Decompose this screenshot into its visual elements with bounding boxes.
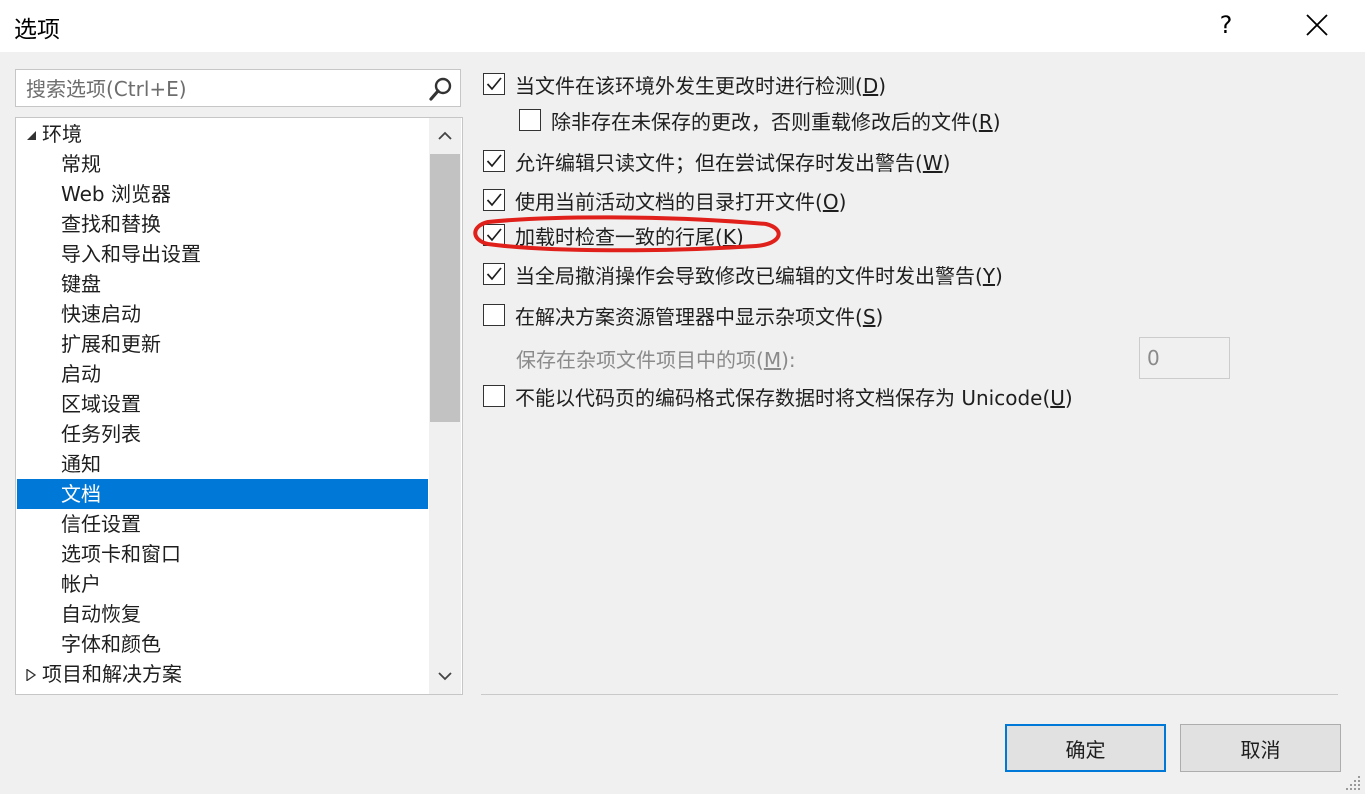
ok-button[interactable]: 确定	[1005, 724, 1166, 772]
tree-item-general[interactable]: 常规	[17, 149, 428, 179]
checkbox-show-misc-files[interactable]	[483, 304, 505, 326]
tree-item-regional-settings[interactable]: 区域设置	[17, 389, 428, 419]
tree-item-label: 查找和替换	[61, 212, 161, 236]
search-box	[15, 69, 461, 107]
options-tree: 环境 常规 Web 浏览器 查找和替换 导入和导出设置 键盘 快速启动 扩展和更…	[15, 117, 463, 695]
search-icon[interactable]	[428, 76, 454, 102]
tree-item-find-replace[interactable]: 查找和替换	[17, 209, 428, 239]
option-warn-global-undo[interactable]: 当全局撤消操作会导致修改已编辑的文件时发出警告(Y)	[483, 259, 1003, 289]
tree-item-label: 自动恢复	[61, 602, 141, 626]
tree-item-label: 选项卡和窗口	[61, 542, 181, 566]
close-icon	[1306, 14, 1328, 36]
option-label: 当文件在该环境外发生更改时进行检测(D)	[515, 73, 887, 98]
scroll-down-button[interactable]	[429, 660, 461, 692]
tree-item-label: 项目和解决方案	[42, 662, 182, 686]
tree-item-environment[interactable]: 环境	[17, 119, 428, 149]
checkmark-icon	[486, 193, 502, 207]
cancel-button[interactable]: 取消	[1180, 724, 1341, 772]
checkbox-check-line-endings[interactable]	[483, 224, 505, 246]
option-detect-external-changes[interactable]: 当文件在该环境外发生更改时进行检测(D)	[483, 69, 886, 99]
expand-triangle-icon[interactable]	[25, 669, 37, 681]
tree-item-label: 通知	[61, 452, 101, 476]
title-bar: 选项 ?	[0, 0, 1365, 52]
footer-divider	[481, 694, 1338, 695]
chevron-down-icon	[438, 672, 452, 681]
dialog-title: 选项	[14, 17, 60, 43]
tree-item-label: 任务列表	[61, 422, 141, 446]
tree-item-label: 帐户	[61, 572, 101, 596]
tree-item-tabs-windows[interactable]: 选项卡和窗口	[17, 539, 428, 569]
tree-item-label: 环境	[42, 122, 82, 146]
checkbox-save-as-unicode[interactable]	[483, 385, 505, 407]
misc-items-input[interactable]	[1145, 343, 1227, 373]
option-show-misc-files[interactable]: 在解决方案资源管理器中显示杂项文件(S)	[483, 300, 883, 330]
checkmark-icon	[486, 228, 502, 242]
tree-item-documents[interactable]: 文档	[17, 479, 428, 509]
close-button[interactable]	[1294, 4, 1340, 46]
checkbox-reload-unless-unsaved[interactable]	[519, 109, 541, 131]
tree-item-autorecover[interactable]: 自动恢复	[17, 599, 428, 629]
tree-item-task-list[interactable]: 任务列表	[17, 419, 428, 449]
option-label: 除非存在未保存的更改，否则重载修改后的文件(R)	[551, 109, 1001, 134]
option-check-line-endings[interactable]: 加载时检查一致的行尾(K)	[483, 220, 744, 250]
checkbox-warn-global-undo[interactable]	[483, 263, 505, 285]
tree-item-keyboard[interactable]: 键盘	[17, 269, 428, 299]
checkbox-detect-external-changes[interactable]	[483, 73, 505, 95]
checkmark-icon	[486, 267, 502, 281]
help-button[interactable]: ?	[1204, 4, 1248, 46]
option-label: 加载时检查一致的行尾(K)	[515, 224, 744, 249]
tree-item-import-export[interactable]: 导入和导出设置	[17, 239, 428, 269]
tree-item-label: 文档	[61, 482, 101, 506]
tree-item-label: 导入和导出设置	[61, 242, 201, 266]
option-label: 不能以代码页的编码格式保存数据时将文档保存为 Unicode(U)	[515, 385, 1073, 410]
tree-item-extensions-updates[interactable]: 扩展和更新	[17, 329, 428, 359]
collapse-triangle-icon[interactable]	[25, 129, 37, 141]
option-label: 使用当前活动文档的目录打开文件(O)	[515, 189, 847, 214]
checkmark-icon	[486, 154, 502, 168]
option-open-in-active-directory[interactable]: 使用当前活动文档的目录打开文件(O)	[483, 185, 846, 215]
tree-item-label: 字体和颜色	[61, 632, 161, 656]
option-label: 在解决方案资源管理器中显示杂项文件(S)	[515, 304, 884, 329]
option-label: 允许编辑只读文件；但在尝试保存时发出警告(W)	[515, 150, 951, 175]
tree-item-label: 键盘	[61, 272, 101, 296]
misc-items-label: 保存在杂项文件项目中的项(M):	[516, 348, 796, 372]
chevron-up-icon	[438, 131, 452, 140]
tree-item-notifications[interactable]: 通知	[17, 449, 428, 479]
tree-item-label: Web 浏览器	[61, 182, 171, 206]
tree-item-accounts[interactable]: 帐户	[17, 569, 428, 599]
tree-scrollbar[interactable]	[429, 118, 461, 694]
tree-item-label: 快速启动	[61, 302, 141, 326]
option-save-as-unicode[interactable]: 不能以代码页的编码格式保存数据时将文档保存为 Unicode(U)	[483, 381, 1073, 411]
tree-item-trust-settings[interactable]: 信任设置	[17, 509, 428, 539]
scroll-thumb[interactable]	[430, 154, 460, 422]
resize-grip-icon[interactable]	[1344, 774, 1362, 792]
option-label: 当全局撤消操作会导致修改已编辑的文件时发出警告(Y)	[515, 263, 1003, 288]
tree-item-label: 信任设置	[61, 512, 141, 536]
tree-item-startup[interactable]: 启动	[17, 359, 428, 389]
tree-item-fonts-colors[interactable]: 字体和颜色	[17, 629, 428, 659]
tree-item-label: 扩展和更新	[61, 332, 161, 356]
option-reload-unless-unsaved[interactable]: 除非存在未保存的更改，否则重载修改后的文件(R)	[519, 105, 1001, 135]
checkbox-allow-edit-readonly[interactable]	[483, 150, 505, 172]
option-allow-edit-readonly[interactable]: 允许编辑只读文件；但在尝试保存时发出警告(W)	[483, 146, 950, 176]
tree-item-quick-launch[interactable]: 快速启动	[17, 299, 428, 329]
tree-item-label: 区域设置	[61, 392, 141, 416]
checkmark-icon	[486, 77, 502, 91]
tree-item-projects-solutions[interactable]: 项目和解决方案	[17, 659, 428, 689]
search-input[interactable]	[24, 74, 418, 104]
checkbox-open-in-active-directory[interactable]	[483, 189, 505, 211]
tree-item-label: 启动	[61, 362, 101, 386]
scroll-up-button[interactable]	[429, 120, 461, 152]
tree-item-label: 常规	[61, 152, 101, 176]
tree-item-web-browser[interactable]: Web 浏览器	[17, 179, 428, 209]
misc-items-field	[1139, 337, 1230, 379]
